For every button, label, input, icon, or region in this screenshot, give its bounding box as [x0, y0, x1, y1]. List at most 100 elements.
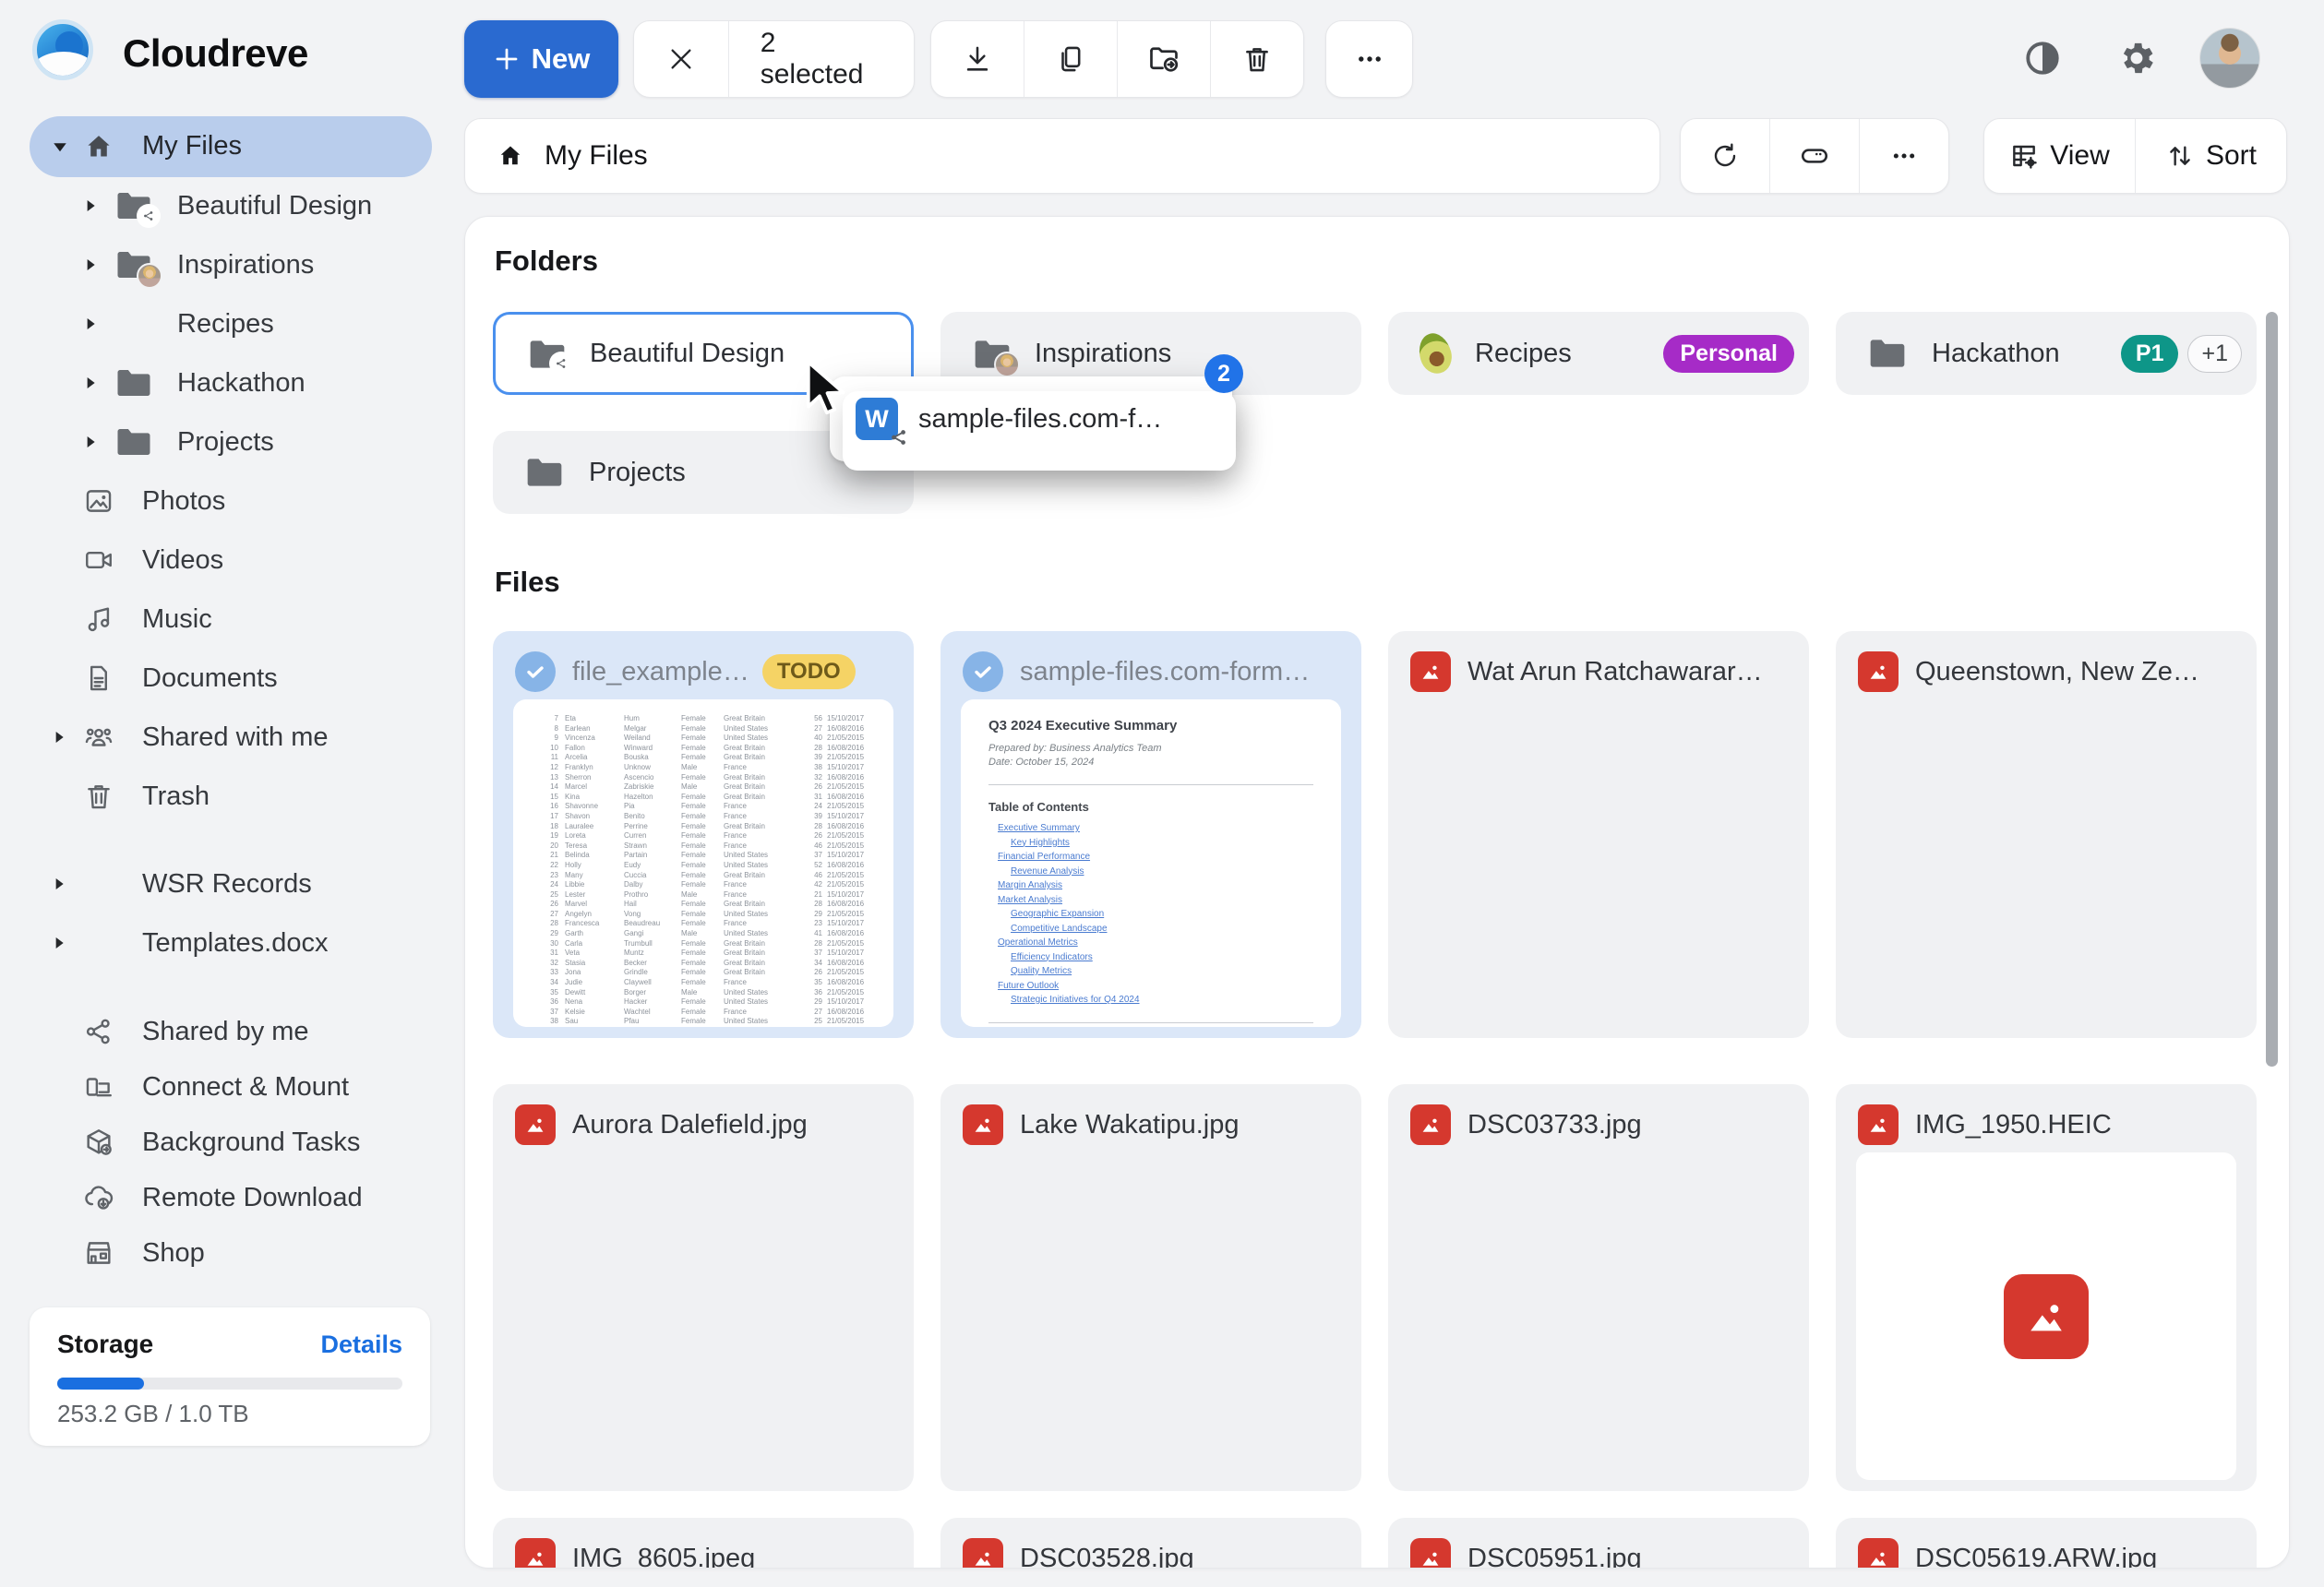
sidebar-item-remote-download[interactable]: Remote Download	[30, 1168, 432, 1227]
theme-toggle-button[interactable]	[2018, 33, 2067, 83]
move-to-button[interactable]	[1117, 21, 1210, 97]
folder-card-hackathon[interactable]: Hackathon P1 +1	[1836, 312, 2257, 395]
download-button[interactable]	[931, 21, 1024, 97]
file-name: DSC03733.jpg	[1467, 1110, 1642, 1140]
close-icon	[666, 44, 696, 74]
chevron-right-icon[interactable]	[83, 376, 98, 390]
sidebar-item-label: Shared with me	[142, 708, 329, 767]
file-card-wat-arun[interactable]: Wat Arun Ratchawarar…	[1388, 631, 1809, 1038]
breadcrumb-root: My Files	[545, 140, 648, 172]
people-icon	[83, 722, 114, 753]
file-card-dsc03528[interactable]: DSC03528.jpg	[940, 1518, 1361, 1569]
more-list-options-button[interactable]	[1859, 119, 1948, 193]
sidebar-item-label: Music	[142, 590, 212, 649]
clear-selection-button[interactable]	[634, 21, 728, 97]
sidebar-item-my-files[interactable]: My Files	[30, 116, 432, 177]
chevron-right-icon[interactable]	[52, 877, 66, 891]
scrollbar-thumb[interactable]	[2266, 312, 2278, 1067]
sidebar-item-recipes[interactable]: Recipes	[30, 294, 432, 353]
file-card-img-8605[interactable]: IMG_8605.jpeg	[493, 1518, 914, 1569]
chevron-right-icon[interactable]	[83, 198, 98, 213]
file-card-file-example[interactable]: file_example… TODO 7EtaHumFemaleGreat Br…	[493, 631, 914, 1038]
doc-toc-link: Financial Performance	[998, 850, 1313, 865]
chevron-right-icon[interactable]	[83, 435, 98, 449]
cloudreve-logo-icon[interactable]	[32, 19, 93, 80]
sidebar-item-trash[interactable]: Trash	[30, 767, 432, 826]
file-name: DSC05951.jpg	[1467, 1544, 1642, 1569]
sort-arrows-icon	[2165, 141, 2195, 171]
storage-details-link[interactable]: Details	[320, 1330, 402, 1359]
sheet-row: 16ShavonnePiaFemaleFrance2421/05/2015	[513, 802, 893, 812]
sidebar-item-beautiful-design[interactable]: Beautiful Design	[30, 176, 432, 235]
selected-check-icon[interactable]	[963, 651, 1003, 692]
doc-toc-link: Operational Metrics	[998, 936, 1313, 950]
tag-badge-more[interactable]: +1	[2187, 335, 2242, 373]
more-actions-button[interactable]	[1326, 21, 1412, 97]
share-badge-icon	[889, 427, 909, 447]
file-name: Wat Arun Ratchawarar…	[1467, 657, 1763, 687]
sheet-row: 29GarthGangiMaleUnited States4116/08/201…	[513, 929, 893, 939]
doc-toc-link: Efficiency Indicators	[1011, 950, 1313, 965]
chevron-right-icon[interactable]	[83, 316, 98, 331]
settings-button[interactable]	[2112, 33, 2162, 83]
doc-toc-link: Key Highlights	[1011, 836, 1313, 851]
sidebar-item-shared-by-me[interactable]: Shared by me	[30, 1002, 432, 1061]
sidebar-item-connect-mount[interactable]: Connect & Mount	[30, 1057, 432, 1116]
sidebar-item-projects[interactable]: Projects	[30, 412, 432, 471]
sidebar-item-documents[interactable]: Documents	[30, 649, 432, 708]
chevron-right-icon[interactable]	[52, 936, 66, 950]
chevron-down-icon[interactable]	[52, 138, 68, 155]
tag-badge-personal: Personal	[1663, 335, 1794, 373]
sidebar-item-photos[interactable]: Photos	[30, 471, 432, 531]
refresh-button[interactable]	[1681, 119, 1769, 193]
share-badge-icon	[137, 204, 161, 228]
copy-button[interactable]	[1024, 21, 1117, 97]
devices-icon	[83, 1071, 114, 1103]
sheet-row: 18LauraleePerrineFemaleGreat Britain2816…	[513, 822, 893, 832]
files-section-header: Files	[495, 566, 560, 599]
sidebar-item-music[interactable]: Music	[30, 590, 432, 649]
sidebar-item-background-tasks[interactable]: Background Tasks	[30, 1113, 432, 1172]
sheet-row: 31VetaMuntzFemaleGreat Britain3715/10/20…	[513, 949, 893, 959]
file-card-dsc05951[interactable]: DSC05951.jpg	[1388, 1518, 1809, 1569]
view-button-label: View	[2050, 140, 2109, 172]
sidebar-item-shop[interactable]: Shop	[30, 1223, 432, 1283]
sheet-row: 38SauPfauFemaleUnited States2521/05/2015	[513, 1017, 893, 1027]
sidebar-item-shared-with-me[interactable]: Shared with me	[30, 708, 432, 767]
sheet-row: 27AngelynVongFemaleUnited States2921/05/…	[513, 910, 893, 920]
sheet-row: 25LesterProthroMaleFrance2115/10/2017	[513, 890, 893, 901]
sidebar-item-inspirations[interactable]: Inspirations	[30, 235, 432, 294]
sidebar-item-wsr-records[interactable]: WSR Records	[30, 854, 432, 913]
sidebar-item-videos[interactable]: Videos	[30, 531, 432, 590]
folder-card-recipes[interactable]: Recipes Personal	[1388, 312, 1809, 395]
doc-toc-link: Revenue Analysis	[1011, 865, 1313, 879]
file-card-aurora[interactable]: Aurora Dalefield.jpg	[493, 1084, 914, 1491]
breadcrumb[interactable]: My Files	[464, 118, 1660, 194]
sidebar-item-templates-docx[interactable]: Templates.docx	[30, 913, 432, 972]
sort-button[interactable]: Sort	[2135, 119, 2286, 193]
folder-icon	[524, 455, 565, 490]
delete-button[interactable]	[1210, 21, 1303, 97]
sort-button-label: Sort	[2206, 140, 2257, 172]
file-card-img-1950[interactable]: IMG_1950.HEIC	[1836, 1084, 2257, 1491]
folder-name: Inspirations	[1035, 339, 1171, 369]
sidebar-item-label: Documents	[142, 649, 278, 708]
new-button-label: New	[532, 42, 591, 76]
selected-check-icon[interactable]	[515, 651, 556, 692]
ellipsis-icon	[1354, 43, 1385, 75]
sidebar-item-label: Recipes	[177, 294, 274, 353]
tags-button[interactable]	[1769, 119, 1859, 193]
chevron-right-icon[interactable]	[83, 257, 98, 272]
file-card-sample-files-doc[interactable]: sample-files.com-form… Q3 2024 Executive…	[940, 631, 1361, 1038]
file-card-queenstown[interactable]: Queenstown, New Zeal…	[1836, 631, 2257, 1038]
file-card-lake-wakatipu[interactable]: Lake Wakatipu.jpg	[940, 1084, 1361, 1491]
new-button[interactable]: New	[464, 20, 618, 98]
view-button[interactable]: View	[1984, 119, 2135, 193]
file-card-dsc05619[interactable]: DSC05619.ARW.jpg	[1836, 1518, 2257, 1569]
avocado-icon	[1415, 329, 1456, 377]
spreadsheet-preview: 7EtaHumFemaleGreat Britain5615/10/20178E…	[513, 699, 893, 1027]
user-avatar[interactable]	[2200, 29, 2259, 88]
sidebar-item-hackathon[interactable]: Hackathon	[30, 353, 432, 412]
file-card-dsc03733[interactable]: DSC03733.jpg	[1388, 1084, 1809, 1491]
chevron-right-icon[interactable]	[52, 730, 66, 745]
